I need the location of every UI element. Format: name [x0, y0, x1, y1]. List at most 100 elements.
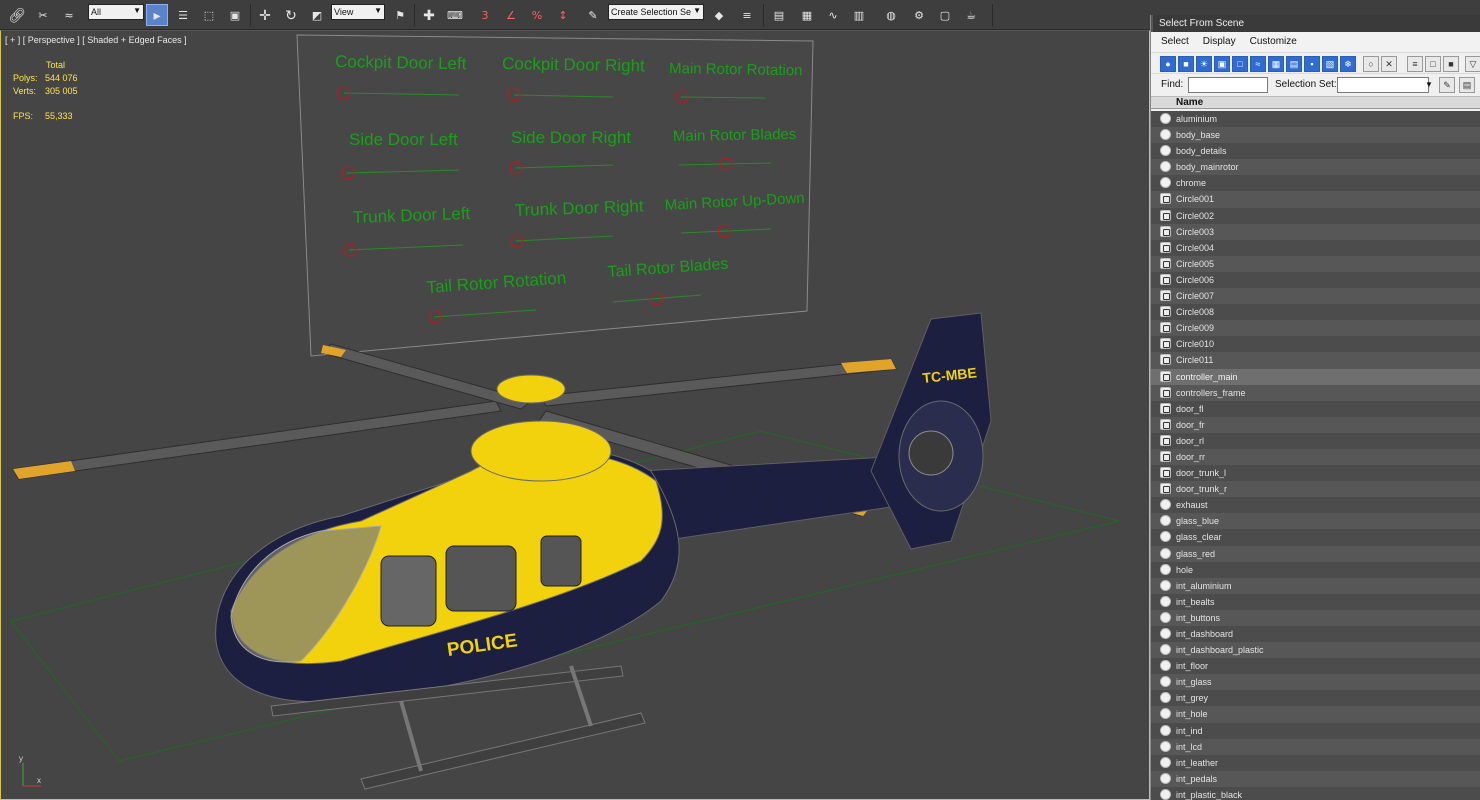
list-item[interactable]: aluminium: [1151, 111, 1480, 128]
select-manipulate-icon[interactable]: ✚: [418, 4, 440, 26]
edit-selection-set-icon[interactable]: ✎: [1439, 77, 1455, 93]
graphite-ribbon-icon[interactable]: ▦: [796, 4, 818, 26]
display-containers-icon[interactable]: ▧: [1322, 56, 1338, 72]
list-item[interactable]: int_bealts: [1151, 593, 1480, 610]
list-item[interactable]: controller_main: [1151, 368, 1480, 385]
list-item[interactable]: Circle003: [1151, 223, 1480, 240]
select-none-icon[interactable]: □: [1425, 56, 1441, 72]
scene-object-list[interactable]: aluminium body_base body_details body_mainr…: [1151, 111, 1480, 800]
list-item[interactable]: Circle001: [1151, 191, 1480, 208]
display-helpers-icon[interactable]: □: [1232, 56, 1248, 72]
chevron-down-icon[interactable]: ▼: [1425, 77, 1433, 93]
material-editor-icon[interactable]: ◍: [880, 4, 902, 26]
named-selection-combo[interactable]: Create Selection Se ▼: [608, 4, 704, 20]
list-item[interactable]: int_buttons: [1151, 609, 1480, 626]
list-item[interactable]: int_dashboard_plastic: [1151, 642, 1480, 659]
dialog-title[interactable]: Select From Scene: [1151, 15, 1480, 32]
display-spacewarps-icon[interactable]: ≈: [1250, 56, 1266, 72]
list-item[interactable]: int_dashboard: [1151, 626, 1480, 643]
filter-icon[interactable]: ▽: [1465, 56, 1480, 72]
move-icon[interactable]: ✛: [254, 4, 276, 26]
list-item[interactable]: glass_blue: [1151, 513, 1480, 530]
schematic-view-icon[interactable]: ▥: [848, 4, 870, 26]
display-frozen-icon[interactable]: ❄: [1340, 56, 1356, 72]
menu-customize[interactable]: Customize: [1250, 36, 1297, 52]
list-item[interactable]: body_details: [1151, 143, 1480, 160]
list-item[interactable]: Circle010: [1151, 336, 1480, 353]
display-lights-icon[interactable]: ☀: [1196, 56, 1212, 72]
rotate-icon[interactable]: ↻: [280, 4, 302, 26]
list-item[interactable]: door_fl: [1151, 400, 1480, 417]
link-icon[interactable]: 🔗︎: [6, 4, 28, 26]
teapot-icon[interactable]: ☕: [960, 4, 982, 26]
list-item[interactable]: glass_red: [1151, 545, 1480, 562]
select-all-icon[interactable]: ≡: [1407, 56, 1423, 72]
display-shapes-icon[interactable]: ■: [1178, 56, 1194, 72]
list-item[interactable]: int_ind: [1151, 722, 1480, 739]
list-item[interactable]: chrome: [1151, 175, 1480, 192]
coord-system-combo[interactable]: View ▼: [331, 4, 385, 20]
list-item[interactable]: Circle011: [1151, 352, 1480, 369]
list-item[interactable]: int_aluminium: [1151, 577, 1480, 594]
mirror-icon[interactable]: ◆: [708, 4, 730, 26]
display-none-icon[interactable]: ✕: [1381, 56, 1397, 72]
select-invert-icon[interactable]: ■: [1443, 56, 1459, 72]
list-item[interactable]: int_glass: [1151, 674, 1480, 691]
list-item[interactable]: Circle004: [1151, 239, 1480, 256]
snap-3d-icon[interactable]: 3: [474, 4, 496, 26]
align-icon[interactable]: ≡: [736, 4, 758, 26]
list-item[interactable]: door_rr: [1151, 448, 1480, 466]
find-input[interactable]: [1188, 77, 1268, 93]
list-item[interactable]: Circle005: [1151, 255, 1480, 272]
unlink-icon[interactable]: ✂: [32, 4, 54, 26]
use-pivot-icon[interactable]: ⚑: [389, 4, 411, 26]
layer-manager-icon[interactable]: ▤: [768, 4, 790, 26]
rendered-frame-icon[interactable]: ▢: [934, 4, 956, 26]
list-item[interactable]: body_base: [1151, 127, 1480, 144]
list-item[interactable]: hole: [1151, 561, 1480, 578]
column-header-name[interactable]: Name: [1151, 96, 1480, 109]
window-crossing-icon[interactable]: ▣: [224, 4, 246, 26]
edit-named-selection-icon[interactable]: ✎: [582, 4, 604, 26]
list-item[interactable]: body_mainrotor: [1151, 159, 1480, 176]
list-item[interactable]: glass_clear: [1151, 529, 1480, 546]
perspective-viewport[interactable]: Cockpit Door Left Cockpit Door Right Mai…: [0, 30, 1150, 800]
list-item[interactable]: door_rl: [1151, 432, 1480, 449]
display-xrefs-icon[interactable]: ▤: [1286, 56, 1302, 72]
list-item[interactable]: int_hole: [1151, 706, 1480, 723]
list-item[interactable]: Circle008: [1151, 304, 1480, 321]
scale-icon[interactable]: ◩: [306, 4, 328, 26]
list-item[interactable]: Circle006: [1151, 271, 1480, 289]
render-setup-icon[interactable]: ⚙: [908, 4, 930, 26]
display-bones-icon[interactable]: ▪: [1304, 56, 1320, 72]
display-cameras-icon[interactable]: ▣: [1214, 56, 1230, 72]
select-object-icon[interactable]: ▸: [146, 4, 168, 26]
menu-display[interactable]: Display: [1203, 36, 1236, 52]
list-item[interactable]: door_trunk_r: [1151, 481, 1480, 498]
viewport-label[interactable]: [ + ] [ Perspective ] [ Shaded + Edged F…: [5, 35, 187, 45]
list-item[interactable]: int_grey: [1151, 690, 1480, 707]
bind-space-warp-icon[interactable]: ≈: [58, 4, 80, 26]
list-item[interactable]: int_pedals: [1151, 770, 1480, 787]
list-item[interactable]: Circle007: [1151, 288, 1480, 305]
list-item[interactable]: exhaust: [1151, 497, 1480, 514]
list-item[interactable]: door_trunk_l: [1151, 465, 1480, 482]
display-all-icon[interactable]: ○: [1363, 56, 1379, 72]
angle-snap-icon[interactable]: ∠: [500, 4, 522, 26]
menu-select[interactable]: Select: [1161, 36, 1189, 52]
rect-selection-icon[interactable]: ⬚: [198, 4, 220, 26]
list-item[interactable]: Circle002: [1151, 207, 1480, 224]
curve-editor-icon[interactable]: ∿: [822, 4, 844, 26]
display-groups-icon[interactable]: ▦: [1268, 56, 1284, 72]
list-item[interactable]: int_leather: [1151, 754, 1480, 771]
selection-set-combo[interactable]: [1337, 77, 1429, 93]
list-item[interactable]: controllers_frame: [1151, 384, 1480, 401]
display-geometry-icon[interactable]: ●: [1160, 56, 1176, 72]
copy-selection-set-icon[interactable]: ▤: [1459, 77, 1475, 93]
select-by-name-icon[interactable]: ☰: [172, 4, 194, 26]
selection-filter-combo[interactable]: All ▼: [88, 4, 144, 20]
keyboard-shortcut-icon[interactable]: ⌨: [444, 4, 466, 26]
percent-snap-icon[interactable]: %: [526, 4, 548, 26]
spinner-snap-icon[interactable]: ↕: [552, 4, 574, 26]
list-item[interactable]: int_lcd: [1151, 738, 1480, 755]
